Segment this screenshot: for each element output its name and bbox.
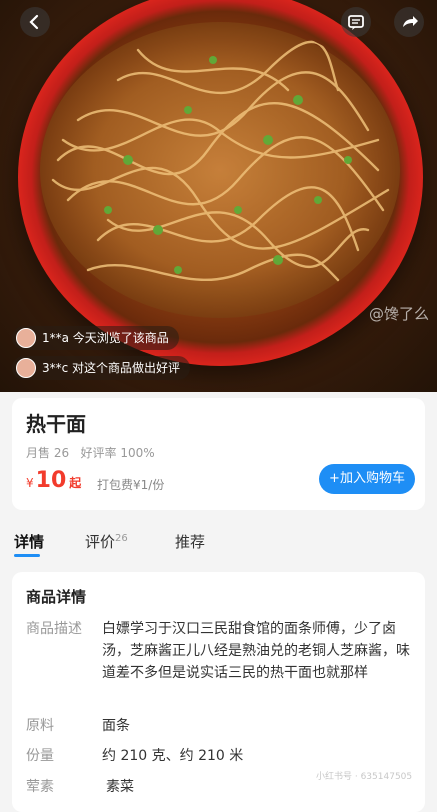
detail-key: 荤素 bbox=[26, 779, 54, 795]
activity-badge: 3**c 对这个商品做出好评 bbox=[12, 356, 191, 380]
share-icon[interactable] bbox=[394, 7, 424, 37]
currency-symbol: ¥ bbox=[26, 476, 34, 490]
price-value: 10 bbox=[35, 468, 67, 493]
tab-label: 评价 bbox=[85, 533, 116, 551]
sales-info: 月售 26 好评率 100% bbox=[26, 444, 155, 461]
packing-fee: 打包费¥1/份 bbox=[97, 478, 165, 492]
tab-bar: 详情 评价26 推荐 bbox=[0, 523, 437, 563]
positive-rate: 好评率 100% bbox=[80, 446, 155, 460]
tab-reviews[interactable]: 评价26 bbox=[85, 531, 128, 552]
activity-text: 3**c 对这个商品做出好评 bbox=[42, 361, 181, 375]
monthly-sales: 月售 26 bbox=[26, 446, 70, 460]
activity-text: 1**a 今天浏览了该商品 bbox=[42, 331, 169, 345]
tab-label: 推荐 bbox=[175, 533, 206, 551]
detail-key: 份量 bbox=[26, 748, 54, 764]
detail-key: 商品描述 bbox=[26, 621, 82, 637]
product-info-card: 热干面 月售 26 好评率 100% ¥ 10 起 打包费¥1/份 +加入购物车 bbox=[12, 398, 425, 510]
section-title: 商品详情 bbox=[26, 588, 87, 606]
price-unit: 起 bbox=[69, 476, 82, 490]
page-watermark: 小红书号 · 635147505 bbox=[316, 772, 413, 782]
message-icon[interactable] bbox=[341, 7, 371, 37]
detail-row-description: 商品描述 白嫖学习于汉口三民甜食馆的面条师傅，少了卤汤，芝麻酱正儿八经是熟油兑的… bbox=[26, 618, 416, 710]
back-arrow-icon[interactable] bbox=[20, 7, 50, 37]
activity-badge: 1**a 今天浏览了该商品 bbox=[12, 326, 179, 350]
image-watermark: @馋了么 bbox=[368, 305, 429, 323]
price: ¥ 10 起 bbox=[26, 468, 81, 493]
review-count: 26 bbox=[115, 533, 128, 544]
detail-key: 原料 bbox=[26, 718, 54, 734]
tab-indicator bbox=[14, 554, 40, 557]
tab-recommend[interactable]: 推荐 bbox=[175, 531, 205, 552]
detail-value: 约 210 克、约 210 米 bbox=[102, 748, 244, 764]
avatar bbox=[16, 358, 36, 378]
product-hero-image: 1**a 今天浏览了该商品 3**c 对这个商品做出好评 @馋了么 bbox=[0, 0, 437, 392]
noodles-illustration bbox=[40, 22, 400, 318]
detail-value: 白嫖学习于汉口三民甜食馆的面条师傅，少了卤汤，芝麻酱正儿八经是熟油兑的老铜人芝麻… bbox=[102, 621, 410, 681]
add-to-cart-button[interactable]: +加入购物车 bbox=[319, 464, 415, 494]
avatar bbox=[16, 328, 36, 348]
tab-label: 详情 bbox=[14, 533, 45, 551]
product-name: 热干面 bbox=[26, 412, 86, 436]
tab-details[interactable]: 详情 bbox=[14, 531, 44, 552]
detail-value: 面条 bbox=[102, 718, 130, 734]
